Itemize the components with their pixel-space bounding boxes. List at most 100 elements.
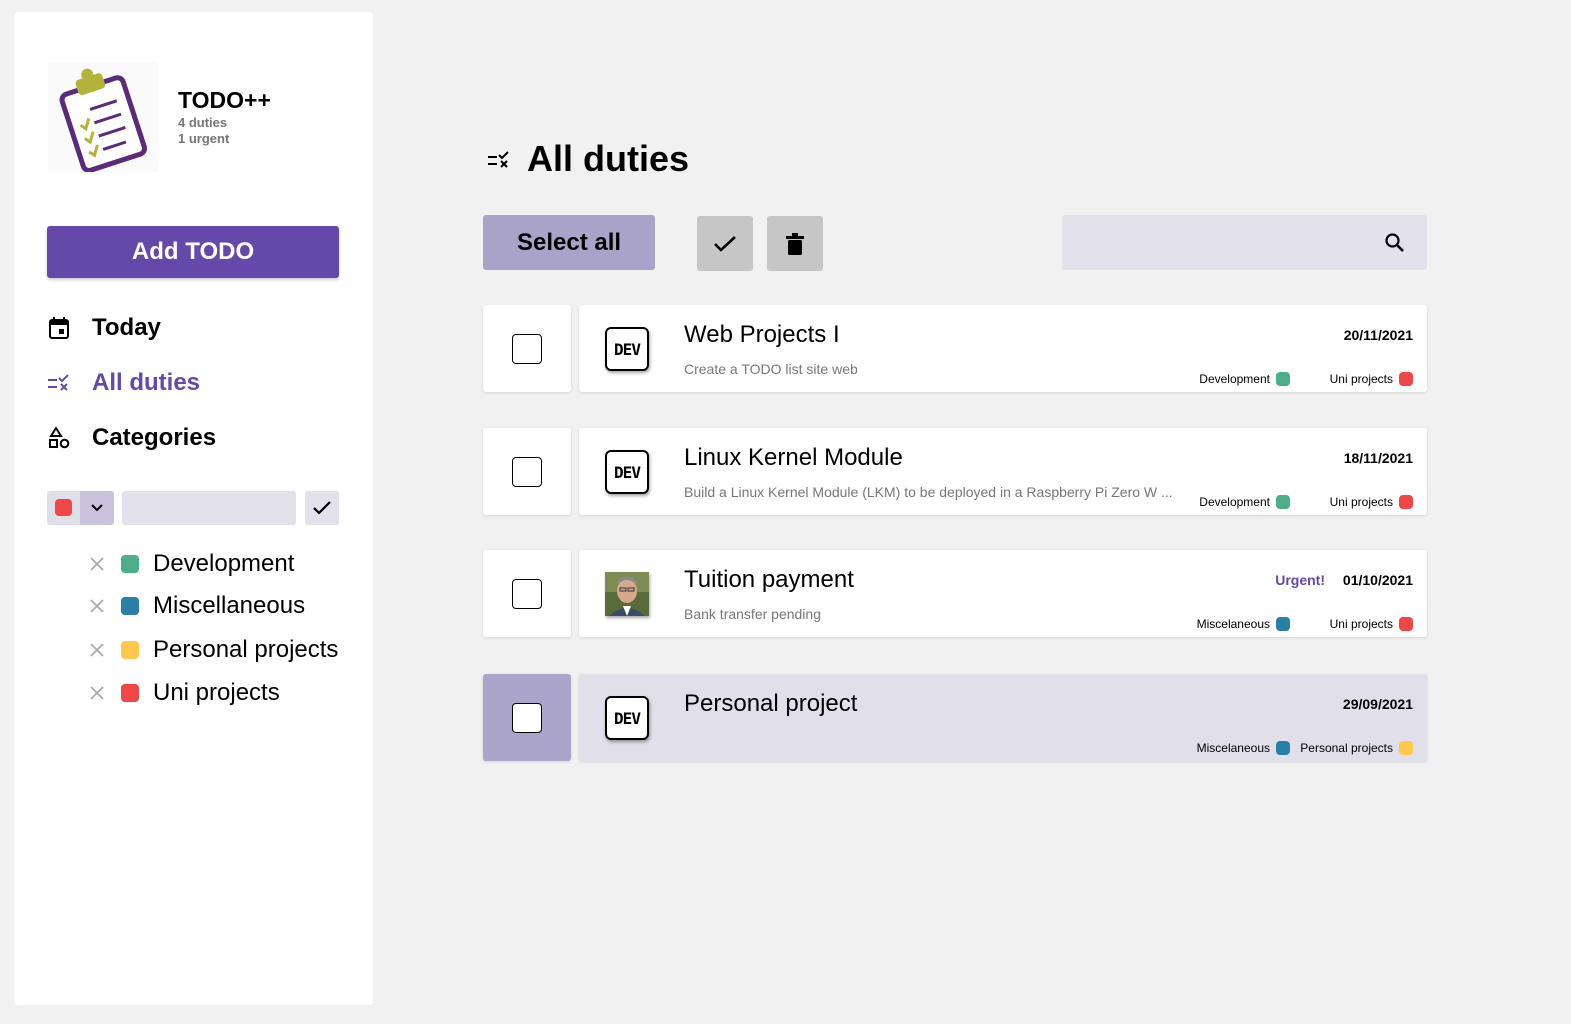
close-icon[interactable]	[90, 686, 104, 700]
todo-date: 29/09/2021	[1342, 696, 1413, 712]
nav-label-all-duties: All duties	[92, 369, 201, 396]
tag-color-dot	[1399, 495, 1413, 509]
complete-selected-button[interactable]	[697, 216, 753, 271]
todo-select-cell	[483, 550, 571, 637]
todo-description: Create a TODO list site web	[684, 361, 858, 377]
category-name-input[interactable]	[122, 491, 296, 525]
dev-logo-icon: DEV	[605, 696, 649, 740]
tag-label: Development	[1199, 372, 1270, 386]
todo-tag: Uni projects	[1330, 617, 1413, 631]
todo-select-cell	[483, 305, 571, 392]
category-item: Miscellaneous	[90, 592, 305, 620]
dev-logo-icon: DEV	[605, 450, 649, 494]
trash-icon	[786, 232, 804, 255]
tag-label: Personal projects	[1300, 741, 1393, 755]
todo-tag: Personal projects	[1300, 741, 1413, 755]
todo-tag: Uni projects	[1330, 495, 1413, 509]
category-item: Personal projects	[90, 636, 338, 664]
new-category-form	[47, 491, 339, 525]
close-icon[interactable]	[90, 599, 104, 613]
shapes-icon	[47, 426, 71, 450]
todo-row: DEV Linux Kernel Module Build a Linux Kern…	[483, 428, 1427, 515]
checkmark-icon	[313, 501, 331, 515]
nav-item-categories[interactable]: Categories	[47, 423, 216, 453]
todo-checkbox[interactable]	[512, 334, 542, 364]
app-stats: 4 duties 1 urgent	[178, 115, 229, 147]
tag-color-dot	[1276, 495, 1290, 509]
page-heading: All duties	[488, 138, 689, 180]
select-all-button[interactable]: Select all	[483, 215, 655, 270]
page-title: All duties	[527, 138, 690, 179]
selected-color-swatch	[55, 499, 72, 516]
todo-date: 20/11/2021	[1343, 327, 1413, 343]
category-label: Personal projects	[153, 636, 339, 663]
todo-tag: Miscelaneous	[1197, 741, 1290, 755]
todo-date: 01/10/2021	[1342, 572, 1413, 588]
nav-label-today: Today	[92, 314, 161, 341]
add-todo-button[interactable]: Add TODO	[47, 226, 339, 278]
category-item: Uni projects	[90, 679, 280, 707]
tag-label: Development	[1199, 495, 1270, 509]
search-bar	[1062, 215, 1427, 270]
todo-title: Personal project	[684, 690, 858, 717]
tag-label: Miscelaneous	[1196, 741, 1270, 755]
todo-card[interactable]: DEV Web Projects I Create a TODO list site…	[579, 305, 1427, 392]
confirm-category-button[interactable]	[305, 491, 339, 525]
todo-select-cell	[483, 428, 571, 515]
tag-color-dot	[1399, 741, 1413, 755]
todo-row: Tuition payment Bank transfer pending Urge…	[483, 550, 1427, 637]
category-color-dot	[121, 597, 139, 615]
tag-color-dot	[1276, 617, 1290, 631]
todo-row: DEV Personal project 29/09/2021 Miscelaneou…	[483, 674, 1427, 761]
todo-checkbox[interactable]	[512, 703, 542, 733]
todo-tag: Development	[1199, 372, 1290, 386]
search-input[interactable]	[1062, 215, 1362, 270]
todo-checkbox[interactable]	[512, 457, 542, 487]
tag-label: Uni projects	[1329, 617, 1393, 631]
category-color-picker[interactable]	[47, 491, 80, 525]
tag-label: Miscelaneous	[1196, 617, 1270, 631]
category-item: Development	[90, 550, 294, 578]
urgent-badge: Urgent!	[1275, 572, 1325, 588]
app-title: TODO++	[178, 87, 271, 113]
clipboard-checklist-icon	[48, 62, 158, 172]
todo-card[interactable]: DEV Personal project 29/09/2021 Miscelaneou…	[579, 674, 1427, 761]
todo-description: Build a Linux Kernel Module (LKM) to be …	[684, 484, 1173, 500]
todo-date: 18/11/2021	[1343, 450, 1413, 466]
checkmark-icon	[714, 235, 736, 252]
nav-item-today[interactable]: Today	[47, 313, 161, 343]
tag-label: Uni projects	[1329, 495, 1393, 509]
person-avatar	[605, 572, 649, 616]
todo-card[interactable]: Tuition payment Bank transfer pending Urge…	[579, 550, 1427, 637]
todo-tag: Development	[1199, 495, 1290, 509]
close-icon[interactable]	[90, 557, 104, 571]
todo-tag: Miscelaneous	[1197, 617, 1290, 631]
dev-logo-icon: DEV	[605, 327, 649, 371]
todo-row: DEV Web Projects I Create a TODO list site…	[483, 305, 1427, 392]
tag-color-dot	[1399, 617, 1413, 631]
close-icon[interactable]	[90, 643, 104, 657]
todo-title: Web Projects I	[684, 321, 840, 348]
color-dropdown-button[interactable]	[80, 491, 114, 525]
calendar-icon	[47, 316, 71, 340]
category-color-dot	[121, 555, 139, 573]
todo-description: Bank transfer pending	[684, 606, 821, 622]
tag-color-dot	[1276, 372, 1290, 386]
delete-selected-button[interactable]	[767, 216, 823, 271]
chevron-down-icon	[91, 504, 103, 512]
category-label: Development	[153, 550, 295, 577]
todo-title: Linux Kernel Module	[684, 444, 903, 471]
duties-count: 4 duties	[178, 115, 228, 130]
tag-color-dot	[1399, 372, 1413, 386]
todo-checkbox[interactable]	[512, 579, 542, 609]
category-label: Miscellaneous	[153, 592, 306, 619]
search-icon[interactable]	[1384, 232, 1406, 254]
todo-select-cell	[483, 674, 571, 761]
nav-label-categories: Categories	[92, 424, 217, 451]
todo-title: Tuition payment	[684, 566, 854, 593]
nav-item-all-duties[interactable]: All duties	[47, 368, 200, 398]
todo-card[interactable]: DEV Linux Kernel Module Build a Linux Kern…	[579, 428, 1427, 515]
category-color-dot	[121, 641, 139, 659]
checklist-icon	[47, 371, 71, 395]
todo-tag: Uni projects	[1330, 372, 1413, 386]
